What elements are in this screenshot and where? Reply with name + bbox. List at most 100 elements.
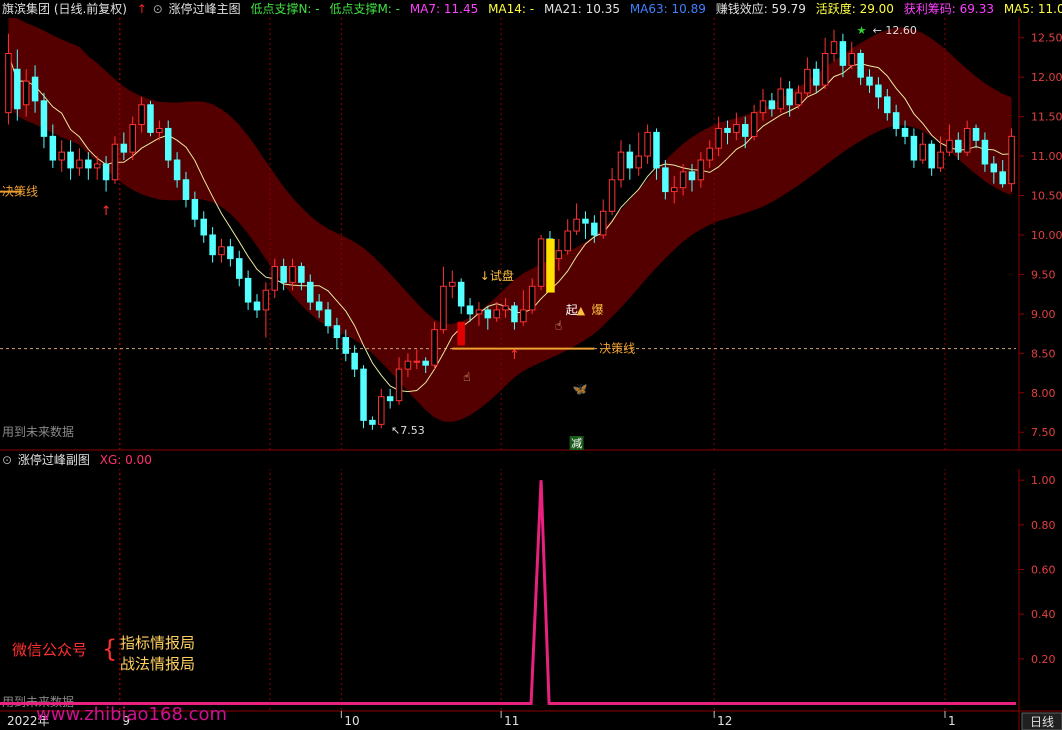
sub-header-bar <box>0 451 1062 469</box>
candle-body <box>156 127 163 133</box>
support-n: 低点支撑N: - <box>250 2 320 16</box>
hand-icon: ☝ <box>555 319 562 333</box>
up-arrow-icon: ↑ <box>136 2 147 16</box>
candle-body <box>688 171 696 181</box>
ma7-value: MA7: 11.45 <box>409 2 479 16</box>
watermark: www.zhibiao168.com <box>36 704 227 725</box>
candle-body <box>617 151 625 181</box>
sub-header: ⊙ 涨停过峰副图 XG: 0.00 <box>2 451 158 469</box>
candle-body <box>111 143 119 181</box>
candle-body <box>937 151 944 169</box>
candle-body <box>307 281 314 303</box>
buy-arrow: ↑ <box>101 204 112 219</box>
candle-body <box>599 210 607 236</box>
money-effect: 赚钱效应: 59.79 <box>715 2 806 16</box>
candle-body <box>573 218 580 232</box>
xg-tick-label: 0.80 <box>1031 519 1056 532</box>
candle-body <box>120 143 128 153</box>
candle-body <box>475 309 483 315</box>
candle-body <box>271 266 279 291</box>
candle-body <box>76 159 83 169</box>
candle-body <box>49 135 57 161</box>
main-header: 旗滨集团 (日线.前复权) ↑ ⊙ 涨停过峰主图 低点支撑N: - 低点支撑M:… <box>2 0 1062 18</box>
price-tick-label: 7.50 <box>1031 426 1056 439</box>
candle-body <box>209 234 216 256</box>
price-tick-label: 11.50 <box>1031 111 1062 124</box>
xg-tick-label: 0.60 <box>1031 564 1056 577</box>
price-tick-label: 8.00 <box>1031 387 1056 400</box>
period-label: 日线 <box>1030 715 1054 729</box>
stock-title[interactable]: 旗滨集团 (日线.前复权) <box>2 2 127 16</box>
candle-body <box>653 131 660 169</box>
candle-body <box>351 352 358 370</box>
candle-body <box>741 124 749 137</box>
candle-body <box>999 171 1006 185</box>
candle-body <box>386 396 394 402</box>
candle-body <box>360 368 367 421</box>
main-indicator-name[interactable]: 涨停过峰主图 <box>169 2 241 16</box>
price-tick-label: 12.00 <box>1031 71 1062 84</box>
candle-body <box>235 258 243 279</box>
price-tick-label: 9.00 <box>1031 308 1056 321</box>
candle-body <box>679 171 687 189</box>
activity-value: 活跃度: 29.00 <box>815 2 894 16</box>
signal-bar-yellow <box>546 238 555 293</box>
reduce-label: 减 <box>571 437 582 450</box>
candle-body <box>378 396 385 425</box>
candle-body <box>369 419 376 425</box>
candle-body <box>608 179 616 212</box>
candle-body <box>173 159 181 181</box>
candle-body <box>733 124 740 133</box>
candle-body <box>520 309 527 323</box>
xg-tick-label: 0.40 <box>1031 608 1056 621</box>
candle-body <box>315 301 323 311</box>
candle-body <box>892 112 900 129</box>
xg-tick-label: 1.00 <box>1031 474 1056 487</box>
candle-body <box>848 53 856 66</box>
candle-body <box>750 112 758 137</box>
candle-body <box>22 80 30 106</box>
candle-body <box>795 92 802 106</box>
support-m: 低点支撑M: - <box>329 2 400 16</box>
wechat-name-2: 战法情报局 <box>120 655 195 673</box>
hand-icon: ☝ <box>463 370 470 384</box>
candle-body <box>147 104 154 133</box>
sub-indicator-name[interactable]: 涨停过峰副图 <box>18 453 90 467</box>
future-data-label: 用到未来数据 <box>2 424 74 439</box>
candle-body <box>884 96 891 114</box>
candle-body <box>990 163 998 173</box>
candle-body <box>759 100 767 114</box>
candle-body <box>227 246 234 260</box>
candle-body <box>244 277 252 303</box>
candle-body <box>946 139 953 153</box>
signal-bar-red <box>457 321 465 346</box>
ma14-value: MA14: - <box>488 2 535 16</box>
date-label: 10 <box>344 714 359 728</box>
collapse-icon[interactable]: ⊙ <box>153 2 163 16</box>
candle-body <box>981 139 989 165</box>
candle-body <box>875 84 882 98</box>
candle-body <box>919 143 927 161</box>
candle-body <box>431 329 438 366</box>
candle-body <box>502 305 509 311</box>
candle-body <box>342 337 350 354</box>
candle-body <box>5 53 12 114</box>
price-tick-label: 8.50 <box>1031 347 1056 360</box>
brace-glyph: { <box>102 635 117 663</box>
candle-body <box>449 281 456 287</box>
candle-body <box>866 76 873 86</box>
candle-body <box>582 218 589 224</box>
candle-body <box>484 309 492 319</box>
candle-body <box>164 127 172 161</box>
butterfly-icon: 🦋 <box>573 382 588 396</box>
sub-collapse-icon[interactable]: ⊙ <box>2 453 12 467</box>
price-tick-label: 12.50 <box>1031 32 1062 45</box>
candle-body <box>493 309 500 319</box>
candle-body <box>555 250 563 260</box>
chart-canvas[interactable]: 决策线决策线↓试盘起▲ 爆减← 12.60↖7.53★🦋☝☝↑↑用到未来数据用到未… <box>0 0 1062 730</box>
candle-body <box>31 76 39 102</box>
candle-body <box>662 167 669 193</box>
candle-body <box>528 285 536 311</box>
candle-body <box>182 179 190 200</box>
candle-body <box>804 68 811 94</box>
